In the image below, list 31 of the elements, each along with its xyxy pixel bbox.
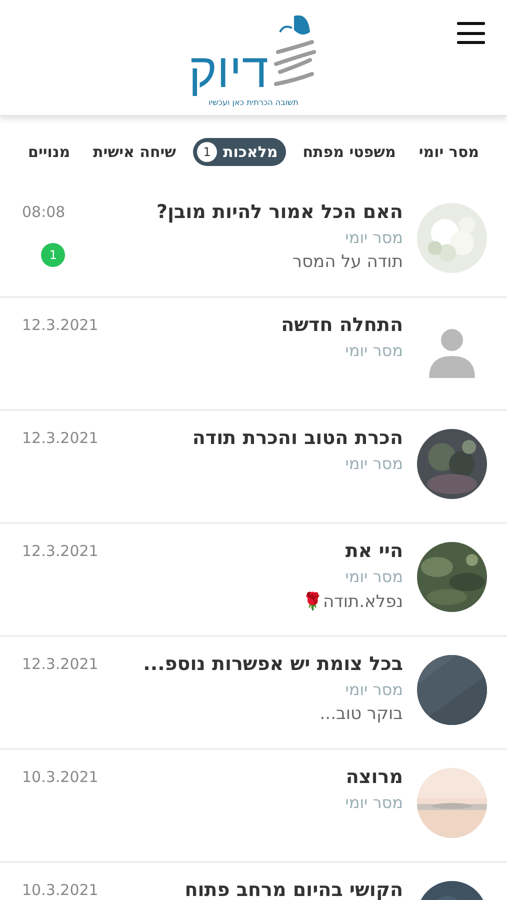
tab[interactable]: משפטי מפתח: [296, 139, 402, 165]
tab[interactable]: מסר יומי: [412, 139, 485, 165]
conversation-title: מרוצה: [344, 766, 403, 788]
tab[interactable]: מנויים: [22, 139, 76, 165]
channel-label: מסר יומי: [344, 228, 403, 247]
channel-label: מסר יומי: [344, 567, 403, 586]
tab[interactable]: שיחה אישית: [87, 139, 182, 165]
logo-text: דיוק: [188, 48, 268, 96]
channel-label: מסר יומי: [344, 680, 403, 699]
menu-icon[interactable]: [457, 22, 485, 44]
timestamp: 10.3.2021: [22, 768, 98, 786]
conversation-title: הכרת הטוב והכרת תודה: [191, 427, 403, 449]
message-preview: בוקר טוב...: [318, 704, 403, 724]
timestamp: 10.3.2021: [22, 881, 98, 899]
conversation-title: האם הכל אמור להיות מובן?: [156, 201, 403, 223]
timestamp: 12.3.2021: [22, 316, 98, 334]
logo-tagline: תשובה הכרתית כאן ועכשיו: [208, 98, 298, 107]
count-badge: 1: [197, 142, 217, 162]
timestamp: 12.3.2021: [22, 429, 98, 447]
channel-label: מסר יומי: [344, 341, 403, 360]
unread-badge: 1: [41, 243, 66, 267]
conversation-title: התחלה חדשה: [280, 314, 403, 336]
message-preview: נפלא.תודה🌹: [300, 591, 403, 612]
channel-label: מסר יומי: [344, 454, 403, 473]
timestamp: 08:08: [22, 203, 66, 221]
message-preview: תודה על המסר: [291, 252, 403, 272]
timestamp: 12.3.2021: [22, 542, 98, 560]
conversation-title: היי את: [344, 540, 403, 562]
timestamp: 12.3.2021: [22, 655, 98, 673]
conversation-title: בכל צומת יש אפשרות נוספ...: [142, 653, 403, 675]
channel-label: מסר יומי: [344, 793, 403, 812]
